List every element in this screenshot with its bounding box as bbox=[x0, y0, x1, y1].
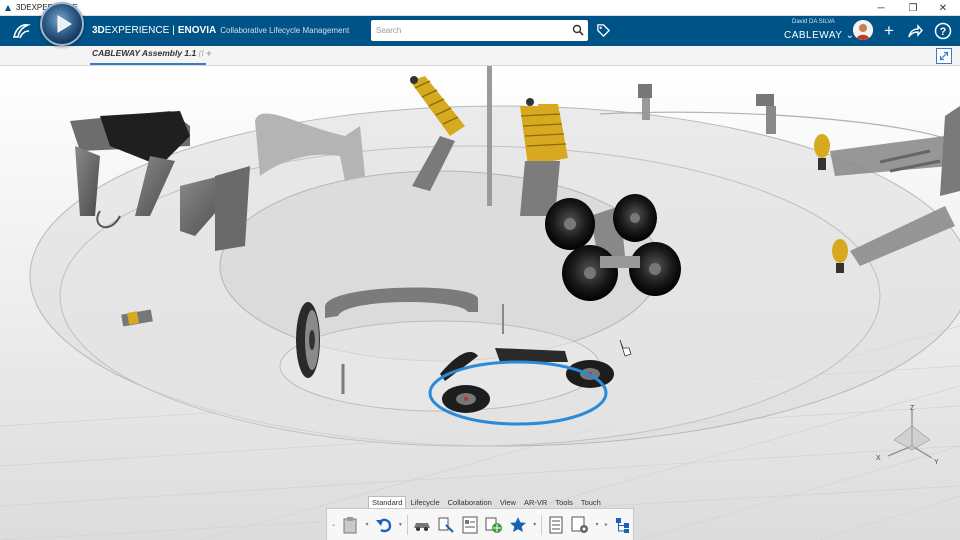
axis-y-label: Y bbox=[934, 459, 939, 466]
tab-touch[interactable]: Touch bbox=[577, 496, 605, 508]
add-icon[interactable]: + bbox=[880, 22, 898, 40]
brand-title: 3DEXPERIENCE | ENOVIA Collaborative Lifecyc… bbox=[92, 25, 350, 36]
user-name: David DA SILVA bbox=[792, 19, 835, 25]
document-tab-bar: CABLEWAY Assembly 1.1 (t + bbox=[0, 46, 960, 66]
tab-ar-vr[interactable]: AR-VR bbox=[520, 496, 551, 508]
fullscreen-button[interactable] bbox=[936, 48, 952, 64]
avatar[interactable] bbox=[853, 20, 873, 40]
lower-disc bbox=[279, 320, 601, 412]
tag-icon[interactable] bbox=[596, 23, 611, 38]
tab-tools[interactable]: Tools bbox=[551, 496, 577, 508]
share-icon[interactable] bbox=[906, 22, 924, 40]
3d-scene[interactable] bbox=[0, 66, 960, 540]
axis-x-label: X bbox=[876, 455, 881, 462]
close-button[interactable]: ✕ bbox=[928, 0, 958, 16]
ds-logo-icon bbox=[10, 20, 32, 42]
tab-standard[interactable]: Standard bbox=[368, 496, 407, 508]
os-title-bar: 3DEXPERIENCE ─ ❐ ✕ bbox=[0, 0, 960, 16]
action-bar: ⌄ ▾ ▾ ▾ ▾ ▸ bbox=[326, 508, 634, 540]
axis-compass-icon[interactable]: Z X Y bbox=[874, 400, 944, 466]
3d-viewport[interactable] bbox=[0, 66, 960, 540]
tab-view[interactable]: View bbox=[496, 496, 520, 508]
properties-icon[interactable] bbox=[460, 515, 480, 535]
tab-lifecycle[interactable]: Lifecycle bbox=[406, 496, 443, 508]
undo-icon[interactable] bbox=[374, 515, 394, 535]
maximize-button[interactable]: ❐ bbox=[898, 0, 928, 16]
settings-list-icon[interactable] bbox=[570, 515, 590, 535]
vertical-rod bbox=[487, 66, 492, 206]
car-part-icon[interactable] bbox=[412, 515, 432, 535]
clipboard-icon[interactable] bbox=[340, 515, 360, 535]
pulley bbox=[296, 302, 320, 378]
tab-cableway-assembly[interactable]: CABLEWAY Assembly 1.1 (t bbox=[90, 48, 206, 65]
search-input[interactable] bbox=[376, 23, 556, 37]
tree-icon[interactable] bbox=[613, 515, 633, 535]
tab-collaboration[interactable]: Collaboration bbox=[444, 496, 496, 508]
app-header: 3DEXPERIENCE | ENOVIA Collaborative Lifecyc… bbox=[0, 16, 960, 46]
action-bar-collapse-icon[interactable]: ⌄ bbox=[331, 521, 336, 528]
axis-z-label: Z bbox=[910, 405, 915, 412]
globe-icon[interactable] bbox=[484, 515, 504, 535]
tenant-selector[interactable]: CABLEWAY ⌄ bbox=[784, 30, 854, 41]
minimize-button[interactable]: ─ bbox=[866, 0, 896, 16]
replace-icon[interactable] bbox=[436, 515, 456, 535]
list-icon[interactable] bbox=[546, 515, 566, 535]
svg-text:?: ? bbox=[940, 26, 947, 38]
action-bar-tabs: Standard Lifecycle Collaboration View AR… bbox=[368, 496, 605, 508]
add-tab-button[interactable]: + bbox=[206, 49, 212, 60]
search-box[interactable] bbox=[371, 20, 588, 41]
search-icon[interactable] bbox=[572, 24, 584, 36]
compass-icon[interactable] bbox=[40, 2, 84, 46]
favorite-star-icon[interactable] bbox=[508, 515, 528, 535]
help-icon[interactable]: ? bbox=[934, 22, 952, 40]
app-icon bbox=[5, 5, 11, 11]
